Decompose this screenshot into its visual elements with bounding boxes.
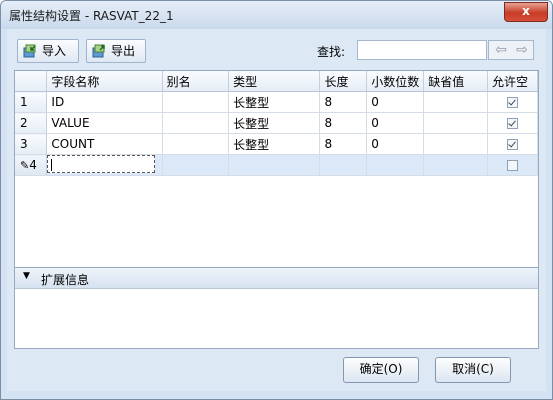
cell-length[interactable]: 8 [319, 133, 368, 155]
col-header-nullable[interactable]: 允许空 [487, 71, 538, 92]
table-row[interactable]: 1 ID 长整型 8 0 [15, 91, 538, 113]
field-grid: 字段名称 别名 类型 长度 小数位数 缺省值 允许空 1 ID 长整型 8 0 … [14, 70, 539, 288]
col-header-rownum [15, 71, 48, 92]
extension-panel: ▼ 扩展信息 [14, 267, 539, 349]
col-header-length[interactable]: 长度 [319, 71, 368, 92]
cell-alias[interactable] [162, 154, 230, 176]
cell-field-name[interactable]: COUNT [46, 133, 163, 155]
collapse-arrow-icon[interactable]: ▼ [23, 271, 30, 281]
import-label: 导入 [42, 44, 67, 58]
cell-default[interactable] [423, 133, 489, 155]
cell-type[interactable] [228, 154, 321, 176]
text-caret [51, 159, 53, 171]
search-prev-icon[interactable]: ⇦ [491, 42, 511, 58]
col-header-decimals[interactable]: 小数位数 [366, 71, 425, 92]
col-header-field-name[interactable]: 字段名称 [46, 71, 163, 92]
cell-decimals[interactable] [366, 154, 425, 176]
cell-decimals[interactable]: 0 [366, 91, 425, 113]
new-row[interactable]: ✎4 [15, 154, 538, 176]
cell-alias[interactable] [162, 91, 230, 113]
search-next-icon[interactable]: ⇨ [512, 42, 532, 58]
close-button[interactable]: x [504, 2, 548, 22]
cell-nullable[interactable] [487, 91, 538, 113]
grid-header-row: 字段名称 别名 类型 长度 小数位数 缺省值 允许空 [15, 71, 538, 92]
dialog-body: 导入 导出 查找: ⇦ ⇨ 字段名称 别名 类型 长度 小数位数 缺省值 允许空… [7, 29, 546, 391]
table-row[interactable]: 3 COUNT 长整型 8 0 [15, 133, 538, 155]
cell-length[interactable]: 8 [319, 112, 368, 134]
window-title: 属性结构设置 - RASVAT_22_1 [9, 9, 174, 23]
ok-button[interactable]: 确定(O) [343, 357, 419, 383]
cell-field-name[interactable]: ID [46, 91, 163, 113]
field-name-input[interactable] [47, 155, 156, 173]
cell-alias[interactable] [162, 112, 230, 134]
cell-default[interactable] [423, 112, 489, 134]
cell-alias[interactable] [162, 133, 230, 155]
col-header-alias[interactable]: 别名 [162, 71, 230, 92]
cell-field-name[interactable]: VALUE [46, 112, 163, 134]
extension-title: 扩展信息 [41, 273, 90, 287]
extension-header[interactable]: ▼ 扩展信息 [15, 268, 538, 289]
col-header-default[interactable]: 缺省值 [423, 71, 489, 92]
search-input[interactable] [357, 40, 487, 60]
title-bar: 属性结构设置 - RASVAT_22_1 x [1, 1, 552, 29]
cell-nullable[interactable] [487, 112, 538, 134]
cell-type[interactable]: 长整型 [228, 133, 321, 155]
row-number[interactable]: 2 [15, 112, 48, 134]
cancel-button[interactable]: 取消(C) [435, 357, 511, 383]
dialog-window: 属性结构设置 - RASVAT_22_1 x 导入 导出 查找: ⇦ ⇨ 字段名… [0, 0, 553, 400]
cell-field-name-editing[interactable] [46, 154, 163, 176]
cell-decimals[interactable]: 0 [366, 133, 425, 155]
cell-nullable[interactable] [487, 133, 538, 155]
export-button[interactable]: 导出 [86, 39, 146, 63]
new-row-number: 4 [29, 158, 37, 172]
export-label: 导出 [111, 44, 136, 58]
search-nav: ⇦ ⇨ [488, 40, 534, 60]
cell-default[interactable] [423, 154, 489, 176]
export-icon [92, 44, 105, 58]
cell-nullable[interactable] [487, 154, 538, 176]
edit-pencil-icon: ✎ [20, 159, 30, 172]
cell-type[interactable]: 长整型 [228, 112, 321, 134]
import-icon [23, 44, 36, 58]
cell-default[interactable] [423, 91, 489, 113]
row-number[interactable]: 3 [15, 133, 48, 155]
search-label: 查找: [317, 45, 346, 59]
cell-type[interactable]: 长整型 [228, 91, 321, 113]
row-number[interactable]: ✎4 [15, 154, 48, 176]
table-row[interactable]: 2 VALUE 长整型 8 0 [15, 112, 538, 134]
cell-length[interactable]: 8 [319, 91, 368, 113]
nullable-checkbox[interactable] [507, 118, 519, 129]
col-header-type[interactable]: 类型 [228, 71, 321, 92]
nullable-checkbox[interactable] [507, 160, 519, 171]
nullable-checkbox[interactable] [507, 139, 519, 150]
nullable-checkbox[interactable] [507, 97, 519, 108]
row-number[interactable]: 1 [15, 91, 48, 113]
import-button[interactable]: 导入 [17, 39, 79, 63]
cell-decimals[interactable]: 0 [366, 112, 425, 134]
cell-length[interactable] [319, 154, 368, 176]
